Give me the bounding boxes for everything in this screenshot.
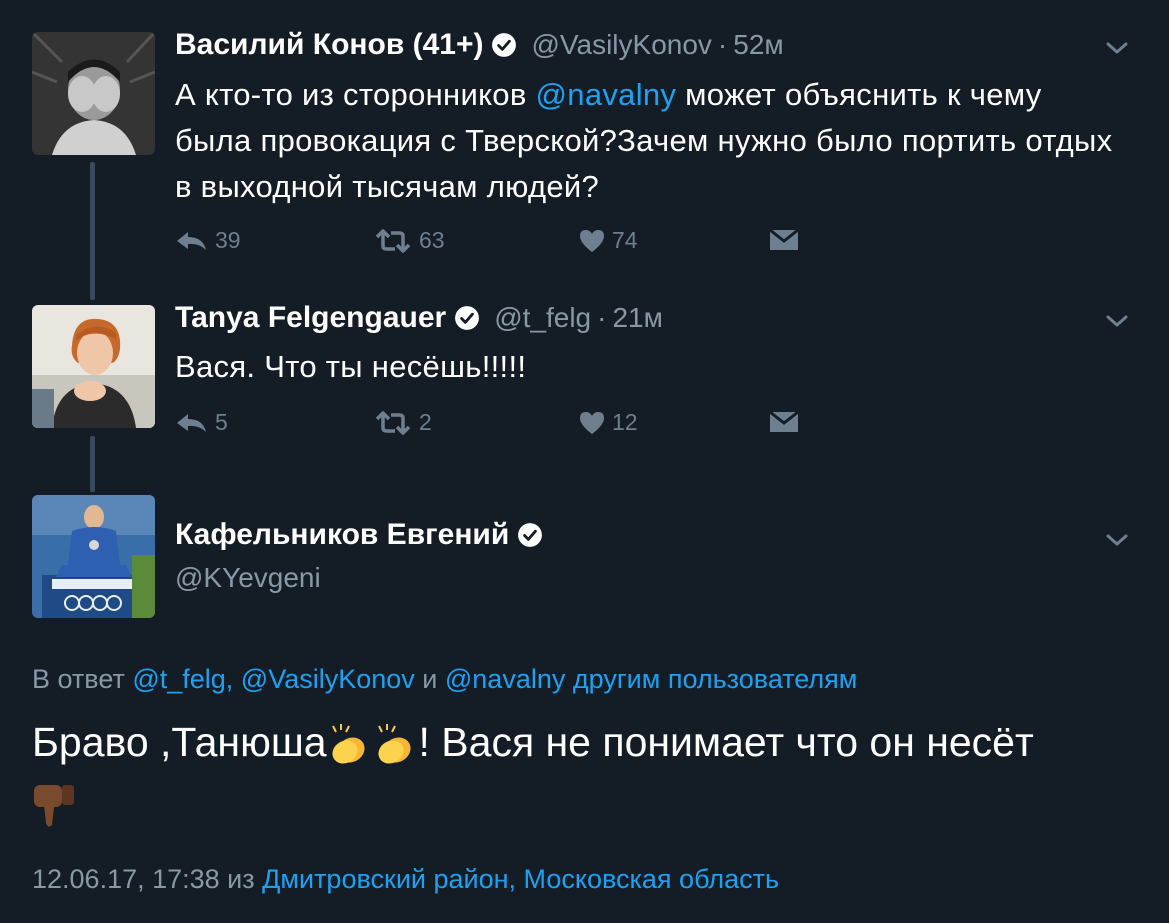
like-count: 12: [612, 409, 638, 435]
direct-message-button[interactable]: [768, 409, 806, 435]
verified-badge-icon: [518, 523, 543, 547]
author-handle[interactable]: @VasilyKonov: [531, 29, 711, 61]
clapping-hands-emoji: [377, 724, 411, 764]
direct-message-icon: [769, 228, 799, 250]
author-name[interactable]: Кафельников Евгений: [175, 518, 509, 552]
chevron-down-icon[interactable]: [1102, 530, 1132, 550]
chevron-down-icon[interactable]: [1102, 38, 1132, 58]
separator-dot: ·: [717, 29, 728, 60]
tweet-time[interactable]: 52м: [733, 29, 783, 61]
direct-message-button[interactable]: [768, 227, 806, 253]
author-name[interactable]: Tanya Felgengauer: [175, 301, 446, 335]
thread-connector: [90, 162, 95, 300]
author-name[interactable]: Василий Конов (41+): [175, 28, 483, 62]
like-count: 74: [612, 227, 638, 253]
reply-context: В ответ @t_felg, @VasilyKonov и @navalny…: [32, 664, 857, 695]
chevron-down-icon[interactable]: [1102, 311, 1132, 331]
avatar-kafelnikov[interactable]: [32, 495, 155, 618]
reply-prefix: В ответ: [32, 664, 133, 694]
thumbs-down-emoji: [34, 785, 74, 827]
reply-count: 39: [215, 227, 241, 253]
reply-icon: [177, 231, 206, 250]
heart-icon: [580, 411, 604, 434]
from-word: из: [219, 864, 263, 894]
reply-icon: [177, 413, 206, 432]
like-button[interactable]: 74: [578, 227, 638, 254]
main-text-before: Браво ,Танюша: [32, 719, 327, 765]
tweet-text: А кто-то из сторонников @navalny может о…: [175, 72, 1125, 210]
tweet-footer: 12.06.17, 17:38 из Дмитровский район, Мо…: [32, 864, 779, 895]
tweet-header: Tanya Felgengauer @t_felg · 21м: [175, 301, 663, 335]
main-text-after: ! Вася не понимает что он несёт: [418, 719, 1034, 765]
thread-connector: [90, 436, 95, 492]
author-handle[interactable]: @t_felg: [494, 302, 591, 334]
verified-badge-icon: [455, 306, 480, 330]
clapping-hands-emoji: [331, 724, 365, 764]
retweet-icon: [375, 228, 411, 253]
tweet-timestamp[interactable]: 12.06.17, 17:38: [32, 864, 220, 894]
tweet-text-part: А кто-то из сторонников: [175, 77, 536, 112]
location-link[interactable]: Дмитровский район, Московская область: [262, 864, 779, 894]
reply-button[interactable]: 39: [175, 227, 241, 254]
retweet-count: 63: [419, 227, 445, 253]
reply-mentions-link[interactable]: @t_felg, @VasilyKonov: [132, 664, 414, 694]
verified-badge-icon: [492, 33, 517, 57]
author-handle[interactable]: @KYevgeni: [175, 562, 321, 594]
avatar-vasily-konov[interactable]: [32, 32, 155, 155]
separator-dot: ·: [597, 302, 607, 333]
retweet-icon: [375, 410, 411, 435]
avatar-tanya-felgengauer[interactable]: [32, 305, 155, 428]
reply-button[interactable]: 5: [175, 409, 228, 436]
like-button[interactable]: 12: [578, 409, 638, 436]
direct-message-icon: [769, 410, 799, 432]
heart-icon: [580, 229, 604, 252]
retweet-button[interactable]: 63: [373, 227, 445, 254]
tweet-text: Вася. Что ты несёшь!!!!!: [175, 349, 527, 384]
mention-link[interactable]: @navalny: [536, 77, 677, 112]
tweet-header: Кафельников Евгений: [175, 518, 543, 552]
reply-count: 5: [215, 409, 228, 435]
retweet-button[interactable]: 2: [373, 409, 432, 436]
tweet-time[interactable]: 21м: [612, 302, 662, 334]
reply-others-link[interactable]: другим пользователям: [565, 664, 858, 694]
retweet-count: 2: [419, 409, 432, 435]
tweet-header: Василий Конов (41+) @VasilyKonov · 52м: [175, 28, 784, 62]
main-tweet-text: Браво ,Танюша ! Вася не понимает что он …: [32, 712, 1142, 832]
reply-mention-navalny-link[interactable]: @navalny: [445, 664, 565, 694]
tweet-thread: Василий Конов (41+) @VasilyKonov · 52м А…: [0, 0, 1169, 923]
reply-and: и: [414, 664, 445, 694]
